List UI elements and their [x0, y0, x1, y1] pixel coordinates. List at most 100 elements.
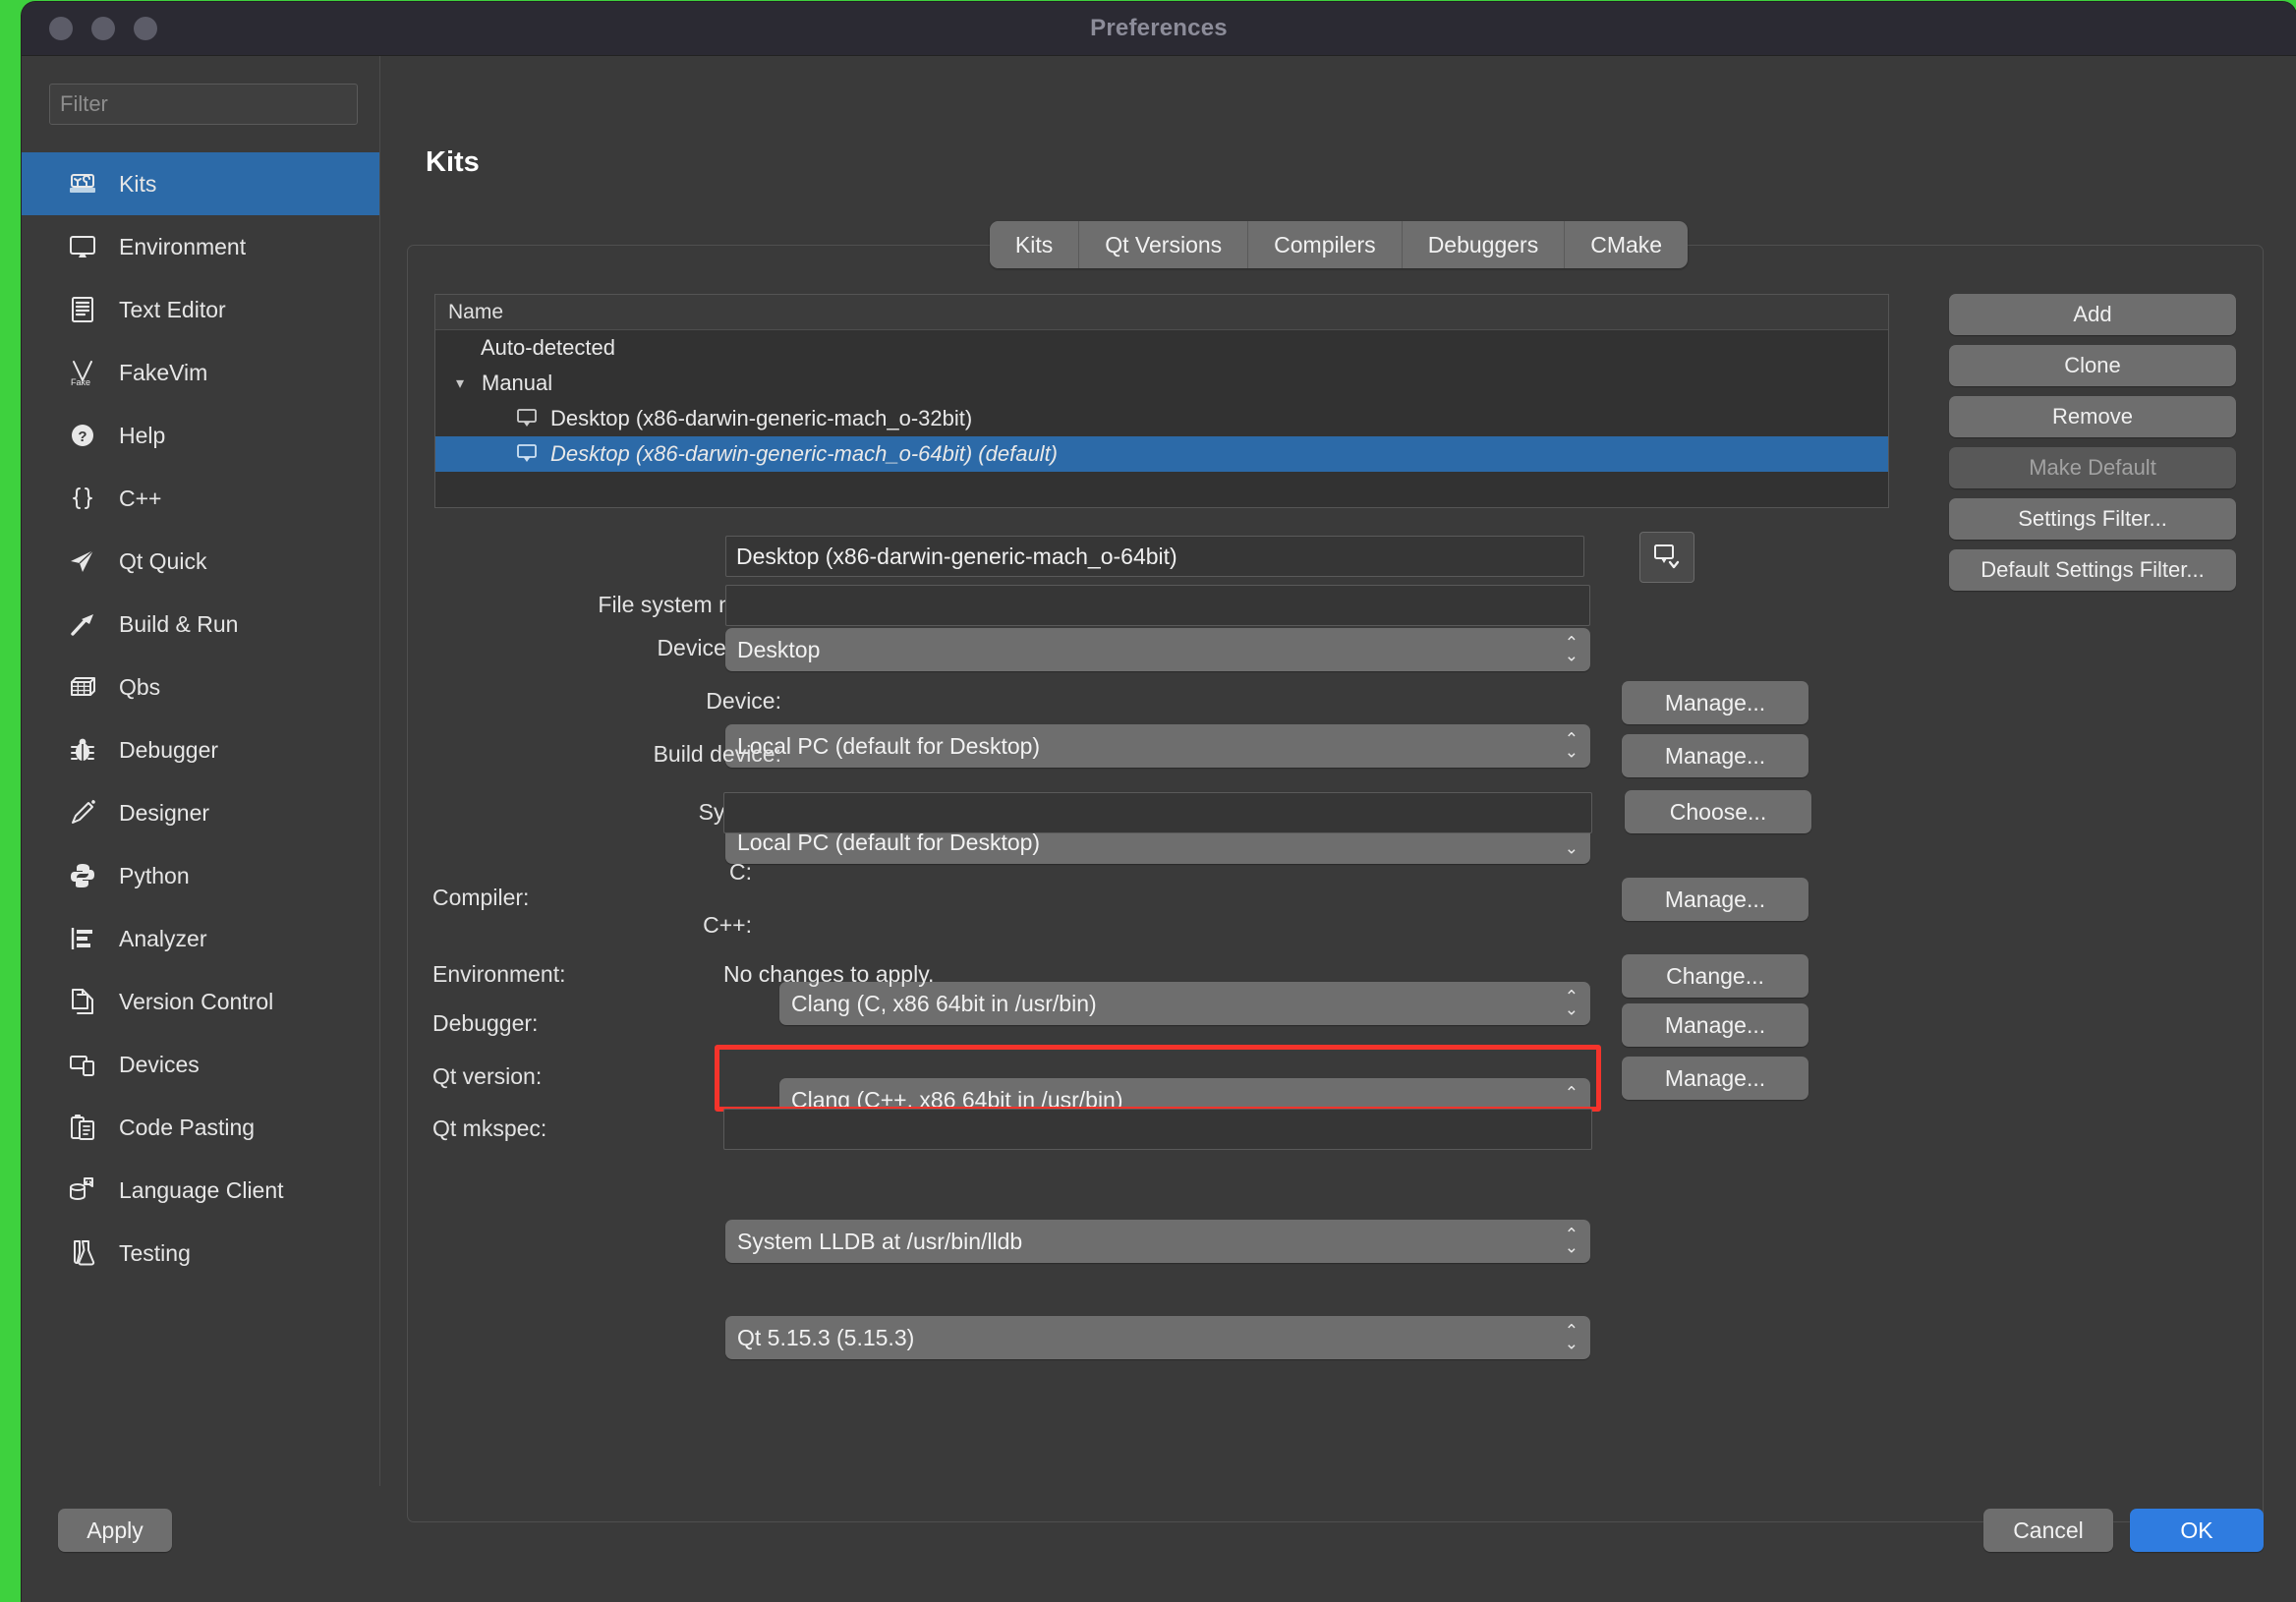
sidebar-item-python[interactable]: Python: [22, 844, 379, 907]
sidebar-item-label: Kits: [119, 171, 156, 198]
sidebar-item-version-control[interactable]: Version Control: [22, 970, 379, 1033]
compiler-c-label: C:: [467, 859, 752, 886]
kit-detail-form: File system name: Device type: Desktop ⌃…: [408, 536, 2263, 838]
ok-button[interactable]: OK: [2130, 1509, 2264, 1552]
qt-version-label: Qt version:: [432, 1063, 542, 1090]
filter-container: [22, 56, 379, 125]
sidebar-item-help[interactable]: ? Help: [22, 404, 379, 467]
build-device-manage-button[interactable]: Manage...: [1622, 734, 1808, 777]
tab-compilers[interactable]: Compilers: [1248, 221, 1403, 268]
clone-button[interactable]: Clone: [1949, 345, 2236, 386]
cancel-button[interactable]: Cancel: [1983, 1509, 2113, 1552]
pencil-icon: [66, 796, 99, 830]
sidebar-item-devices[interactable]: Devices: [22, 1033, 379, 1096]
python-snake-icon: [66, 859, 99, 892]
monitor-icon: [514, 408, 540, 429]
filter-input[interactable]: [49, 84, 358, 125]
chevron-updown-icon: ⌃⌄: [1565, 991, 1578, 1016]
sidebar-item-label: Python: [119, 863, 190, 889]
settings-filter-button[interactable]: Settings Filter...: [1949, 498, 2236, 540]
tab-kits[interactable]: Kits: [990, 221, 1079, 268]
sidebar-item-c[interactable]: C++: [22, 467, 379, 530]
kits-panel: Name Auto-detected▾ManualDesktop (x86-da…: [407, 245, 2264, 1522]
device-type-select[interactable]: Desktop ⌃⌄: [725, 628, 1590, 671]
sidebar-item-analyzer[interactable]: Analyzer: [22, 907, 379, 970]
remove-button[interactable]: Remove: [1949, 396, 2236, 437]
device-value: Local PC (default for Desktop): [737, 733, 1040, 760]
chevron-down-icon[interactable]: ▾: [449, 373, 471, 393]
kit-name-input[interactable]: [725, 536, 1584, 577]
kits-icon: [66, 167, 99, 200]
kit-group-row[interactable]: Auto-detected: [435, 330, 1888, 366]
environment-value: No changes to apply.: [723, 961, 934, 988]
devices-icon: [66, 1048, 99, 1081]
tab-qt-versions[interactable]: Qt Versions: [1079, 221, 1248, 268]
sidebar-item-language-client[interactable]: Language Client: [22, 1159, 379, 1222]
compiler-cpp-label: C++:: [467, 912, 752, 939]
svg-text:Fake: Fake: [71, 377, 90, 387]
tab-debuggers[interactable]: Debuggers: [1403, 221, 1566, 268]
sidebar-item-label: FakeVim: [119, 360, 207, 386]
bug-icon: [66, 733, 99, 767]
sidebar-item-label: Qbs: [119, 674, 160, 701]
window-titlebar: Preferences: [22, 2, 2296, 56]
sidebar-item-kits[interactable]: Kits: [22, 152, 379, 215]
add-button[interactable]: Add: [1949, 294, 2236, 335]
file-system-name-input[interactable]: [725, 585, 1590, 626]
qt-mkspec-input[interactable]: [723, 1109, 1592, 1150]
sidebar-item-label: Help: [119, 423, 165, 449]
sidebar-item-designer[interactable]: Designer: [22, 781, 379, 844]
debugger-value: System LLDB at /usr/bin/lldb: [737, 1229, 1022, 1255]
sysroot-choose-button[interactable]: Choose...: [1625, 790, 1811, 833]
tab-cmake[interactable]: CMake: [1565, 221, 1688, 268]
debugger-manage-button[interactable]: Manage...: [1622, 1003, 1808, 1047]
device-manage-button[interactable]: Manage...: [1622, 681, 1808, 724]
flask-icon: [66, 1236, 99, 1270]
sysroot-input[interactable]: [723, 792, 1592, 833]
copy-pages-icon: [66, 985, 99, 1018]
sidebar-item-label: Designer: [119, 800, 209, 827]
device-select[interactable]: Local PC (default for Desktop) ⌃⌄: [725, 724, 1590, 768]
sidebar-item-code-pasting[interactable]: Code Pasting: [22, 1096, 379, 1159]
main-content: Kits KitsQt VersionsCompilersDebuggersCM…: [381, 56, 2296, 1486]
sidebar-item-qbs[interactable]: Qbs: [22, 656, 379, 718]
kit-row[interactable]: Desktop (x86-darwin-generic-mach_o-64bit…: [435, 436, 1888, 472]
compiler-manage-button[interactable]: Manage...: [1622, 878, 1808, 921]
sidebar-item-text-editor[interactable]: Text Editor: [22, 278, 379, 341]
make-default-button: Make Default: [1949, 447, 2236, 488]
environment-change-button[interactable]: Change...: [1622, 954, 1808, 998]
compiler-c-select[interactable]: Clang (C, x86 64bit in /usr/bin) ⌃⌄: [779, 982, 1590, 1025]
sidebar-item-debugger[interactable]: Debugger: [22, 718, 379, 781]
database-code-icon: [66, 1173, 99, 1207]
sidebar-item-label: Debugger: [119, 737, 218, 764]
sidebar-item-label: Qt Quick: [119, 548, 206, 575]
sidebar-nav-list: Kits EnvironmentText Editor Fake FakeVim? He…: [22, 152, 379, 1285]
sidebar-item-label: Build & Run: [119, 611, 238, 638]
kit-group-row[interactable]: ▾Manual: [435, 366, 1888, 401]
kit-icon-button[interactable]: [1639, 532, 1694, 583]
chevron-updown-icon: ⌃⌄: [1565, 637, 1578, 662]
sidebar-item-qt-quick[interactable]: Qt Quick: [22, 530, 379, 593]
window-body: Kits EnvironmentText Editor Fake FakeVim? He…: [22, 56, 2296, 1602]
sidebar-item-fakevim[interactable]: Fake FakeVim: [22, 341, 379, 404]
qt-version-select[interactable]: Qt 5.15.3 (5.15.3) ⌃⌄: [725, 1316, 1590, 1359]
question-circle-icon: ?: [66, 419, 99, 452]
kit-row-label: Auto-detected: [481, 335, 615, 361]
sidebar-item-build-run[interactable]: Build & Run: [22, 593, 379, 656]
bar-analysis-icon: [66, 922, 99, 955]
sidebar-item-testing[interactable]: Testing: [22, 1222, 379, 1285]
chevron-updown-icon: ⌃⌄: [1565, 733, 1578, 759]
qt-version-value: Qt 5.15.3 (5.15.3): [737, 1325, 914, 1351]
apply-button[interactable]: Apply: [58, 1509, 172, 1552]
debugger-select[interactable]: System LLDB at /usr/bin/lldb ⌃⌄: [725, 1220, 1590, 1263]
compiler-c-value: Clang (C, x86 64bit in /usr/bin): [791, 991, 1097, 1017]
qt-mkspec-label: Qt mkspec:: [432, 1116, 546, 1142]
qt-version-manage-button[interactable]: Manage...: [1622, 1057, 1808, 1100]
kit-row-label: Desktop (x86-darwin-generic-mach_o-32bit…: [550, 406, 972, 431]
kit-tree-list[interactable]: Name Auto-detected▾ManualDesktop (x86-da…: [434, 294, 1889, 508]
sidebar-item-label: C++: [119, 486, 161, 512]
sidebar-item-environment[interactable]: Environment: [22, 215, 379, 278]
kit-row[interactable]: Desktop (x86-darwin-generic-mach_o-32bit…: [435, 401, 1888, 436]
sidebar-item-label: Code Pasting: [119, 1115, 255, 1141]
preferences-window: Preferences KitsEnvironmentText EditorFa…: [22, 2, 2296, 1602]
